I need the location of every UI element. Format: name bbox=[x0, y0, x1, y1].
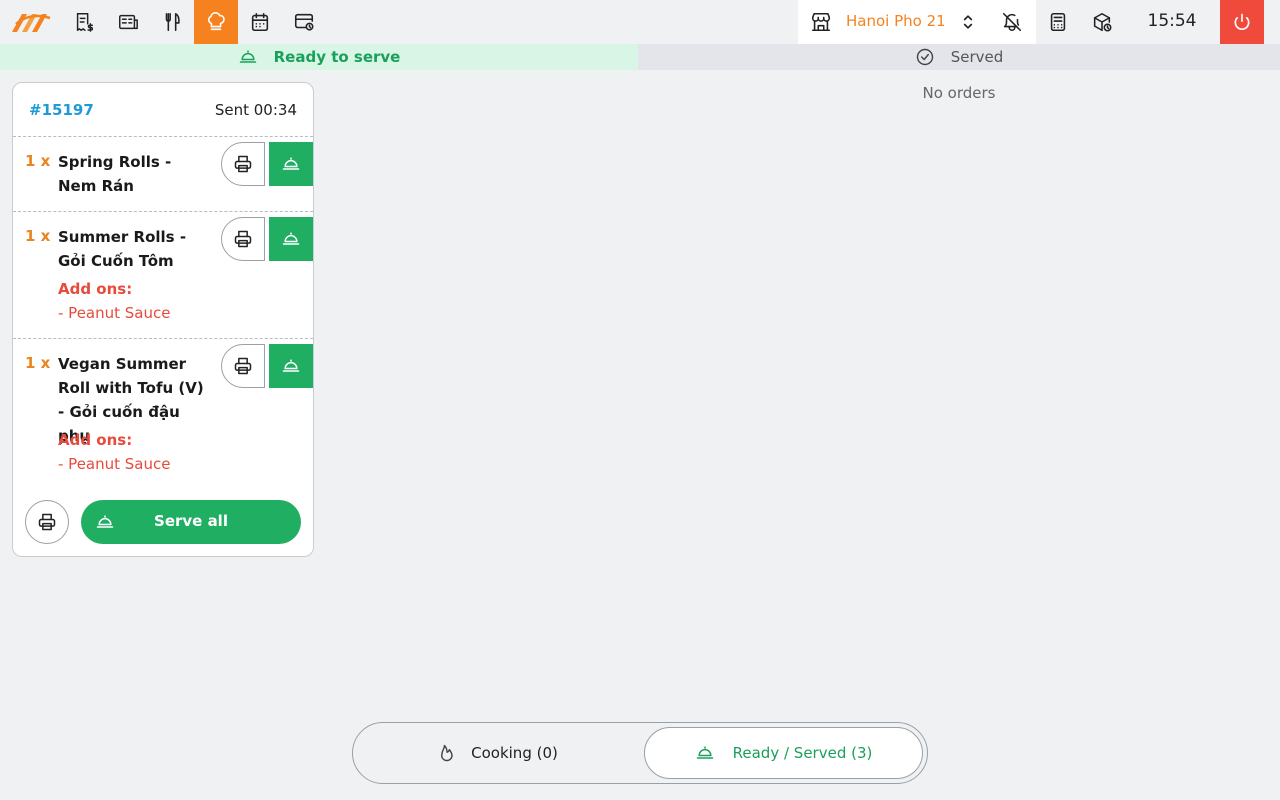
printer-icon bbox=[234, 230, 252, 248]
served-header: Served bbox=[638, 44, 1280, 70]
serve-all-button[interactable]: Serve all bbox=[81, 500, 301, 544]
power-icon bbox=[1234, 13, 1250, 30]
chevron-up-down-icon bbox=[963, 15, 973, 29]
cloche-icon bbox=[239, 50, 256, 63]
tab-cooking-label: Cooking (0) bbox=[471, 744, 558, 762]
addon-entry: - Peanut Sauce bbox=[58, 304, 171, 322]
card-clock-icon bbox=[294, 13, 314, 31]
cloche-icon bbox=[282, 232, 300, 245]
served-label: Served bbox=[950, 48, 1004, 66]
delivery-box-button[interactable] bbox=[1080, 0, 1124, 44]
order-item: 1 x Summer Rolls - Gỏi Cuốn Tôm Add ons:… bbox=[13, 212, 313, 339]
printer-icon bbox=[38, 513, 56, 531]
addons-label: Add ons: bbox=[58, 431, 133, 449]
calendar-icon bbox=[251, 12, 269, 32]
clock: 15:54 bbox=[1147, 11, 1197, 31]
served-empty-message: No orders bbox=[922, 84, 996, 102]
nav-kitchen[interactable] bbox=[194, 0, 238, 44]
cloche-icon bbox=[696, 746, 713, 759]
printer-icon bbox=[234, 155, 252, 173]
order-item: 1 x Spring Rolls - Nem Rán bbox=[13, 137, 313, 212]
view-switch: Cooking (0) Ready / Served (3) bbox=[352, 722, 928, 784]
order-number: #15197 bbox=[29, 101, 94, 119]
check-circle-icon bbox=[916, 48, 933, 66]
tab-ready-served-label: Ready / Served (3) bbox=[732, 744, 873, 762]
item-addons: Add ons: - Peanut Sauce bbox=[58, 277, 218, 325]
cloche-icon bbox=[282, 157, 300, 170]
serve-all-label: Serve all bbox=[154, 512, 228, 530]
nav-fork-knife[interactable] bbox=[150, 0, 194, 44]
tab-cooking[interactable]: Cooking (0) bbox=[355, 727, 640, 779]
nav-card-clock[interactable] bbox=[282, 0, 326, 44]
menu-list-icon bbox=[119, 14, 138, 30]
top-bar: Hanoi Pho 21 15:54 bbox=[0, 0, 1280, 44]
cash-register-icon bbox=[1050, 12, 1066, 32]
print-item-button[interactable] bbox=[221, 142, 265, 186]
print-item-button[interactable] bbox=[221, 344, 265, 388]
serve-item-button[interactable] bbox=[269, 217, 313, 261]
app-logo[interactable] bbox=[10, 10, 52, 34]
logout-button[interactable] bbox=[1220, 0, 1264, 44]
nav-calendar[interactable] bbox=[238, 0, 282, 44]
order-sent-time: Sent 00:34 bbox=[214, 101, 297, 119]
item-name: Spring Rolls - Nem Rán bbox=[58, 153, 172, 195]
nav-receipt-dollar[interactable] bbox=[62, 0, 106, 44]
printer-icon bbox=[234, 357, 252, 375]
print-item-button[interactable] bbox=[221, 217, 265, 261]
store-selector[interactable]: Hanoi Pho 21 bbox=[798, 0, 1036, 44]
receipt-dollar-icon bbox=[76, 13, 94, 32]
addon-entry: - Peanut Sauce bbox=[58, 455, 171, 473]
order-card[interactable]: #15197 Sent 00:34 1 x Spring Rolls - Nem… bbox=[12, 82, 314, 557]
flame-icon bbox=[441, 744, 453, 762]
order-item: 1 x Vegan Summer Roll with Tofu (V) - Gỏ… bbox=[13, 339, 313, 489]
cloche-icon bbox=[282, 359, 300, 372]
serve-item-button[interactable] bbox=[269, 344, 313, 388]
box-clock-icon bbox=[1093, 12, 1112, 32]
serve-item-button[interactable] bbox=[269, 142, 313, 186]
cash-register-button[interactable] bbox=[1036, 0, 1080, 44]
item-addons: Add ons: - Peanut Sauce bbox=[58, 428, 218, 476]
order-card-header: #15197 Sent 00:34 bbox=[13, 83, 313, 137]
tab-ready-served[interactable]: Ready / Served (3) bbox=[644, 727, 923, 779]
bell-off-icon[interactable] bbox=[1001, 11, 1023, 33]
print-order-button[interactable] bbox=[25, 500, 69, 544]
addons-label: Add ons: bbox=[58, 280, 133, 298]
store-icon bbox=[811, 12, 831, 32]
ready-to-serve-label: Ready to serve bbox=[273, 48, 401, 66]
fork-knife-icon bbox=[165, 12, 180, 32]
item-quantity: 1 x bbox=[25, 354, 51, 372]
nav-menu-list[interactable] bbox=[106, 0, 150, 44]
item-quantity: 1 x bbox=[25, 227, 51, 245]
store-name: Hanoi Pho 21 bbox=[846, 12, 944, 30]
chef-hat-icon bbox=[208, 12, 225, 31]
item-name: Summer Rolls - Gỏi Cuốn Tôm bbox=[58, 228, 187, 270]
ready-to-serve-header: Ready to serve bbox=[0, 44, 638, 70]
item-quantity: 1 x bbox=[25, 152, 51, 170]
